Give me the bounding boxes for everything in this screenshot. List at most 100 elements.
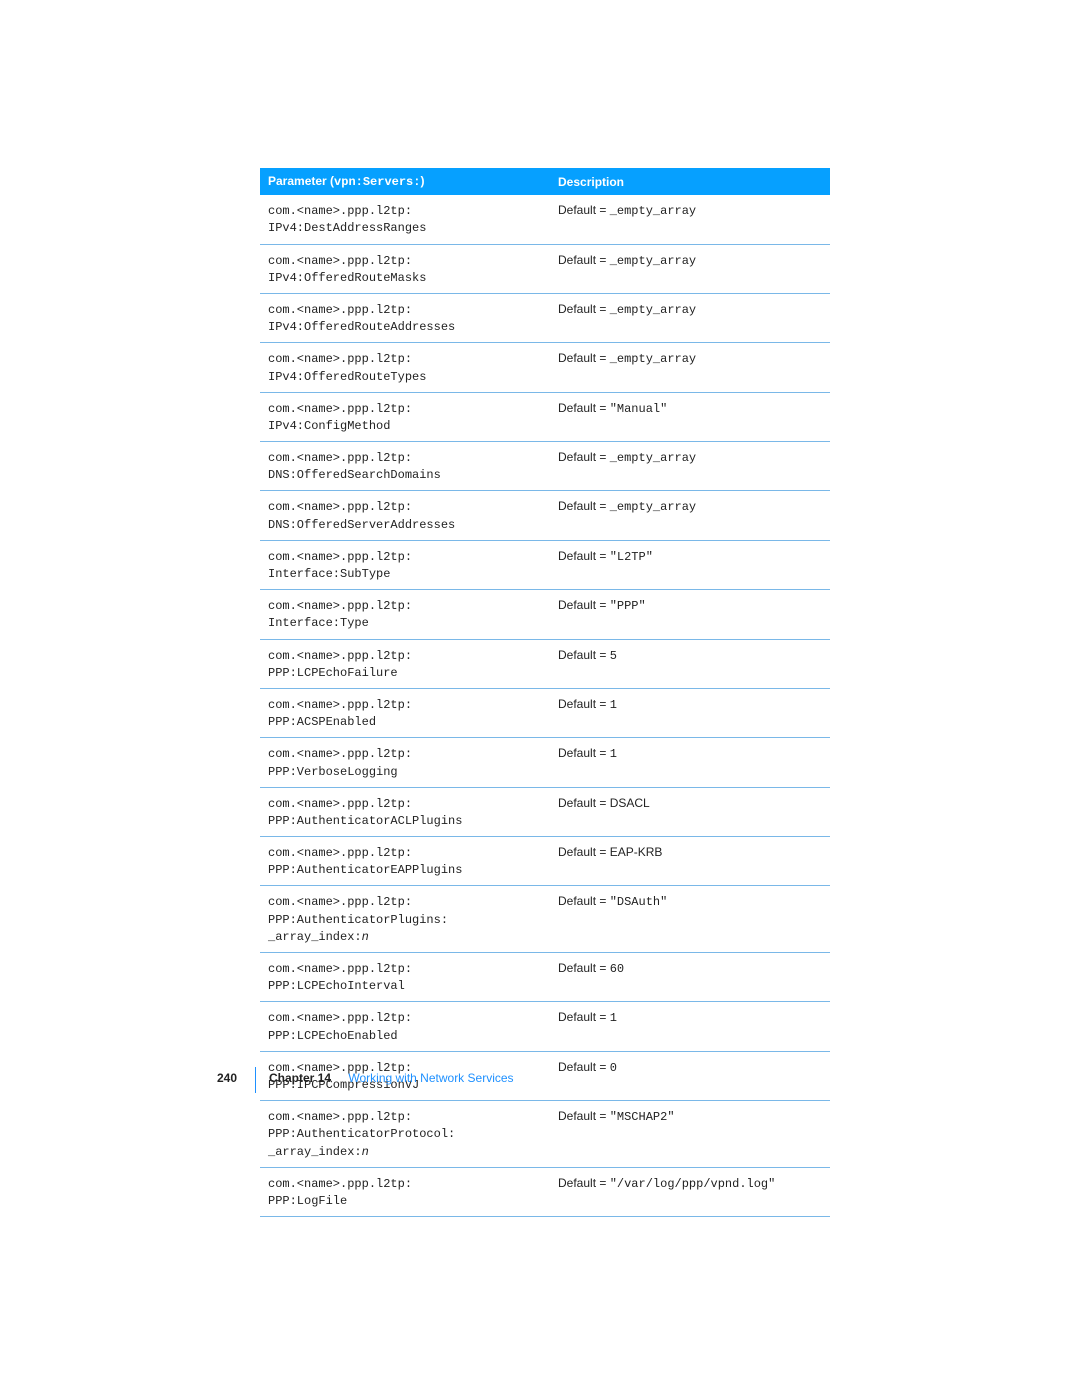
table-row: com.<name>.ppp.l2tp: DNS:OfferedServerAd… [260, 491, 830, 540]
table-row: com.<name>.ppp.l2tp: Interface:SubType De… [260, 540, 830, 589]
param-text: com.<name>.ppp.l2tp: Interface:Type [268, 599, 412, 630]
param-cell: com.<name>.ppp.l2tp: IPv4:OfferedRouteTy… [260, 343, 550, 392]
param-cell: com.<name>.ppp.l2tp: PPP:LCPEchoEnabled [260, 1002, 550, 1051]
col-header-description: Description [550, 168, 830, 195]
desc-cell: Default = "L2TP" [550, 540, 830, 589]
page: Parameter (vpn:Servers:) Description com… [0, 0, 1080, 1397]
desc-prefix: Default = [558, 961, 610, 975]
desc-prefix: Default = [558, 796, 610, 810]
desc-value-code: _empty_array [610, 352, 696, 366]
desc-value-code: 60 [610, 962, 624, 976]
desc-cell: Default = _empty_array [550, 491, 830, 540]
desc-cell: Default = _empty_array [550, 442, 830, 491]
desc-cell: Default = "DSAuth" [550, 886, 830, 953]
desc-cell: Default = 1 [550, 738, 830, 787]
param-text: com.<name>.ppp.l2tp: IPv4:OfferedRouteTy… [268, 352, 426, 383]
param-cell: com.<name>.ppp.l2tp: PPP:AuthenticatorPl… [260, 886, 550, 953]
param-text: com.<name>.ppp.l2tp: IPv4:DestAddressRan… [268, 204, 426, 235]
param-cell: com.<name>.ppp.l2tp: IPv4:OfferedRouteMa… [260, 244, 550, 293]
page-number: 240 [217, 1071, 237, 1085]
parameter-table: Parameter (vpn:Servers:) Description com… [260, 168, 830, 1217]
desc-value-code: "MSCHAP2" [610, 1110, 675, 1124]
col-header-parameter-prefix: Parameter ( [268, 174, 334, 188]
desc-cell: Default = DSACL [550, 787, 830, 836]
desc-prefix: Default = [558, 499, 610, 513]
param-text: com.<name>.ppp.l2tp: IPv4:ConfigMethod [268, 402, 412, 433]
table-row: com.<name>.ppp.l2tp: PPP:AuthenticatorEA… [260, 837, 830, 886]
desc-value-code: "L2TP" [610, 550, 653, 564]
col-header-parameter: Parameter (vpn:Servers:) [260, 168, 550, 195]
param-text: com.<name>.ppp.l2tp: PPP:AuthenticatorAC… [268, 797, 462, 828]
desc-cell: Default = 5 [550, 639, 830, 688]
desc-prefix: Default = [558, 253, 610, 267]
param-cell: com.<name>.ppp.l2tp: DNS:OfferedSearchDo… [260, 442, 550, 491]
desc-value-code: 1 [610, 747, 617, 761]
table-row: com.<name>.ppp.l2tp: IPv4:ConfigMethod De… [260, 392, 830, 441]
param-cell: com.<name>.ppp.l2tp: PPP:AuthenticatorPr… [260, 1101, 550, 1168]
desc-value-code: 1 [610, 1011, 617, 1025]
param-cell: com.<name>.ppp.l2tp: PPP:AuthenticatorAC… [260, 787, 550, 836]
desc-prefix: Default = [558, 894, 610, 908]
desc-prefix: Default = [558, 549, 610, 563]
desc-value-code: 5 [610, 649, 617, 663]
chapter-title: Working with Network Services [348, 1071, 513, 1085]
table-row: com.<name>.ppp.l2tp: IPv4:OfferedRouteAd… [260, 293, 830, 342]
param-text: com.<name>.ppp.l2tp: IPv4:OfferedRouteAd… [268, 303, 455, 334]
param-cell: com.<name>.ppp.l2tp: PPP:AuthenticatorEA… [260, 837, 550, 886]
param-cell: com.<name>.ppp.l2tp: PPP:ACSPEnabled [260, 688, 550, 737]
param-text: com.<name>.ppp.l2tp: DNS:OfferedSearchDo… [268, 451, 441, 482]
desc-prefix: Default = [558, 401, 610, 415]
table-row: com.<name>.ppp.l2tp: PPP:AuthenticatorAC… [260, 787, 830, 836]
param-text: com.<name>.ppp.l2tp: Interface:SubType [268, 550, 412, 581]
table-row: com.<name>.ppp.l2tp: IPv4:OfferedRouteMa… [260, 244, 830, 293]
table-row: com.<name>.ppp.l2tp: IPv4:DestAddressRan… [260, 195, 830, 244]
desc-value-code: _empty_array [610, 451, 696, 465]
page-footer: 240 Chapter 14 Working with Network Serv… [0, 1071, 1080, 1087]
param-text: com.<name>.ppp.l2tp: PPP:LCPEchoEnabled [268, 1011, 412, 1042]
table-row: com.<name>.ppp.l2tp: PPP:AuthenticatorPl… [260, 886, 830, 953]
desc-value-code: "DSAuth" [610, 895, 668, 909]
col-header-parameter-suffix: ) [420, 174, 424, 188]
param-text: com.<name>.ppp.l2tp: PPP:AuthenticatorEA… [268, 846, 462, 877]
desc-cell: Default = _empty_array [550, 195, 830, 244]
chapter-info: Chapter 14 Working with Network Services [269, 1071, 514, 1085]
param-cell: com.<name>.ppp.l2tp: IPv4:OfferedRouteAd… [260, 293, 550, 342]
desc-prefix: Default = [558, 845, 610, 859]
param-cell: com.<name>.ppp.l2tp: DNS:OfferedServerAd… [260, 491, 550, 540]
param-text: com.<name>.ppp.l2tp: PPP:AuthenticatorPl… [268, 895, 448, 943]
param-text: com.<name>.ppp.l2tp: IPv4:OfferedRouteMa… [268, 254, 426, 285]
table-row: com.<name>.ppp.l2tp: DNS:OfferedSearchDo… [260, 442, 830, 491]
desc-value-code: _empty_array [610, 500, 696, 514]
desc-cell: Default = _empty_array [550, 343, 830, 392]
table-row: com.<name>.ppp.l2tp: PPP:LCPEchoInterval… [260, 953, 830, 1002]
param-text: com.<name>.ppp.l2tp: PPP:VerboseLogging [268, 747, 412, 778]
desc-prefix: Default = [558, 302, 610, 316]
desc-value-code: _empty_array [610, 254, 696, 268]
param-text: com.<name>.ppp.l2tp: PPP:LogFile [268, 1177, 412, 1208]
desc-value-code: _empty_array [610, 204, 696, 218]
desc-cell: Default = 1 [550, 688, 830, 737]
param-text: com.<name>.ppp.l2tp: PPP:LCPEchoFailure [268, 649, 412, 680]
footer-divider [255, 1067, 256, 1093]
desc-cell: Default = EAP-KRB [550, 837, 830, 886]
table-row: com.<name>.ppp.l2tp: PPP:VerboseLogging D… [260, 738, 830, 787]
param-cell: com.<name>.ppp.l2tp: Interface:Type [260, 590, 550, 639]
desc-cell: Default = "Manual" [550, 392, 830, 441]
table-row: com.<name>.ppp.l2tp: PPP:LCPEchoFailure D… [260, 639, 830, 688]
table-row: com.<name>.ppp.l2tp: PPP:LCPEchoEnabled D… [260, 1002, 830, 1051]
desc-prefix: Default = [558, 450, 610, 464]
desc-prefix: Default = [558, 351, 610, 365]
table-body: com.<name>.ppp.l2tp: IPv4:DestAddressRan… [260, 195, 830, 1216]
table-row: com.<name>.ppp.l2tp: PPP:ACSPEnabled Defa… [260, 688, 830, 737]
desc-cell: Default = 1 [550, 1002, 830, 1051]
param-cell: com.<name>.ppp.l2tp: PPP:LCPEchoInterval [260, 953, 550, 1002]
desc-value-code: 1 [610, 698, 617, 712]
table-row: com.<name>.ppp.l2tp: PPP:AuthenticatorPr… [260, 1101, 830, 1168]
col-header-parameter-code: vpn:Servers: [334, 175, 420, 189]
param-text: com.<name>.ppp.l2tp: PPP:ACSPEnabled [268, 698, 412, 729]
param-text-italic: n [362, 930, 369, 944]
desc-cell: Default = "MSCHAP2" [550, 1101, 830, 1168]
param-text: com.<name>.ppp.l2tp: DNS:OfferedServerAd… [268, 500, 455, 531]
param-cell: com.<name>.ppp.l2tp: Interface:SubType [260, 540, 550, 589]
param-cell: com.<name>.ppp.l2tp: IPv4:DestAddressRan… [260, 195, 550, 244]
